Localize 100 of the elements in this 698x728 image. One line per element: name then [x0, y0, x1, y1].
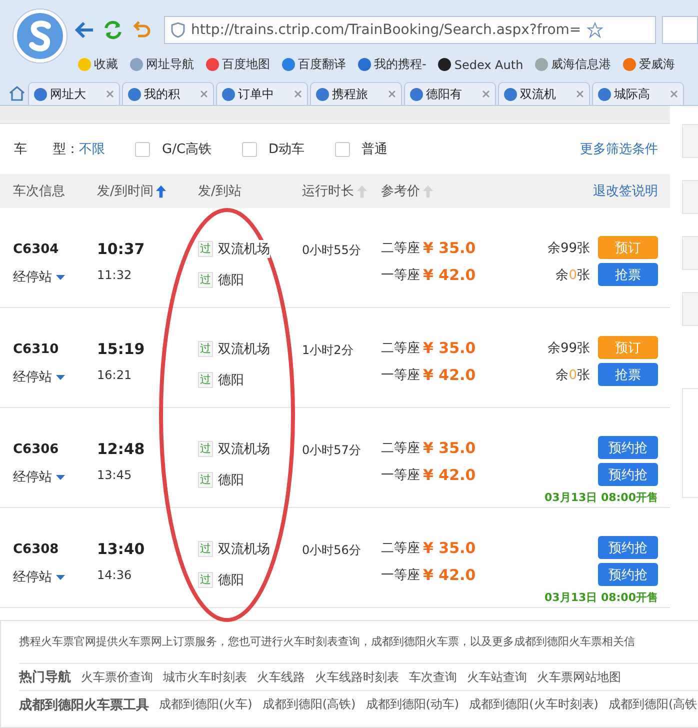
checkbox[interactable] [135, 142, 150, 156]
seat-class: 一等座 [381, 366, 421, 384]
bookmark-link[interactable]: Sedex Auth [438, 58, 524, 72]
seat-class: 一等座 [381, 466, 421, 484]
book-button[interactable]: 预约抢 [598, 563, 658, 586]
back-icon[interactable] [74, 19, 96, 41]
arrive-time: 13:45 [97, 468, 133, 482]
nav-link[interactable]: 成都到德阳(火车时刻表) [469, 696, 598, 713]
book-button[interactable]: 预约抢 [598, 436, 658, 459]
nav-link[interactable]: 成都到德阳(火车) [159, 696, 252, 713]
side-card [682, 292, 698, 326]
nav-link[interactable]: 火车线路时刻表 [315, 668, 399, 686]
column-header: 发/到站 [198, 183, 242, 200]
seat-class: 二等座 [381, 340, 421, 356]
nav-link[interactable]: 成都到德阳(动车) [366, 696, 460, 713]
refund-rules-link[interactable]: 退改签说明 [568, 182, 658, 200]
duration: 0小时57分 [302, 442, 362, 459]
depart-time: 15:19 [97, 340, 146, 358]
browser-tab[interactable]: 订单中 [216, 82, 308, 105]
pass-badge: 过 [198, 472, 213, 488]
seat-class: 二等座 [381, 440, 421, 456]
browser-logo-icon [12, 8, 68, 64]
browser-tab[interactable]: 双流机 [498, 82, 590, 105]
nav-link[interactable]: 车次查询 [409, 668, 457, 686]
book-button[interactable]: 抢票 [598, 263, 658, 286]
column-header[interactable]: 运行时长 [302, 182, 381, 200]
depart-time: 13:40 [97, 540, 146, 558]
tab-icon [410, 88, 423, 100]
nav-link[interactable]: 火车票价查询 [81, 668, 153, 686]
refresh-icon[interactable] [102, 19, 124, 41]
duration: 0小时55分 [302, 242, 362, 259]
side-card [682, 236, 698, 270]
stops-link[interactable]: 经停站 [13, 468, 97, 486]
column-header[interactable]: 发/到时间 [97, 182, 198, 200]
station-name: 德阳 [218, 471, 244, 489]
stops-link[interactable]: 经停站 [13, 268, 97, 286]
seat-class: 一等座 [381, 566, 421, 584]
nav-link[interactable]: 火车线路 [257, 668, 305, 686]
nav-link[interactable]: 城市火车时刻表 [163, 668, 247, 686]
column-header[interactable]: 参考价 [381, 182, 568, 200]
bookmark-icon [130, 58, 143, 72]
bookmark-link[interactable]: 收藏 [78, 56, 118, 74]
close-icon[interactable] [482, 90, 490, 98]
close-icon[interactable] [200, 90, 208, 98]
bookmark-link[interactable]: 百度地图 [206, 56, 270, 74]
star-icon[interactable] [587, 22, 604, 38]
close-icon[interactable] [294, 90, 302, 98]
bookmark-icon [78, 58, 91, 72]
checkbox-label: D动车 [268, 141, 305, 158]
browser-tab[interactable]: 网址大 [28, 82, 120, 105]
close-icon[interactable] [106, 90, 114, 98]
station-name: 双流机场 [218, 440, 270, 458]
book-button[interactable]: 抢票 [598, 363, 658, 386]
arrive-time: 16:21 [97, 368, 133, 382]
seat-class: 一等座 [381, 266, 421, 284]
address-bar[interactable]: http://trains.ctrip.com/TrainBooking/Search.aspx?from= [164, 16, 656, 44]
home-icon[interactable] [8, 84, 26, 102]
tab-icon [128, 88, 141, 100]
all-types-link[interactable]: 不限 [79, 140, 105, 158]
shield-icon [171, 22, 185, 38]
price: ¥ 42.0 [422, 466, 477, 484]
nav-link[interactable]: 火车票网站地图 [537, 668, 621, 686]
close-icon[interactable] [576, 90, 584, 98]
bookmark-link[interactable]: 我的携程- [358, 56, 426, 74]
nav-link[interactable]: 火车站查询 [467, 668, 527, 686]
price: ¥ 42.0 [422, 366, 477, 384]
arrive-time: 14:36 [97, 568, 133, 582]
bookmark-link[interactable]: 网址导航 [130, 56, 194, 74]
side-card [682, 180, 698, 214]
filter-label: 型： [53, 141, 79, 158]
pass-badge: 过 [198, 241, 213, 257]
price: ¥ 35.0 [422, 438, 477, 456]
browser-tab[interactable]: 德阳有 [404, 82, 496, 105]
nav-link[interactable]: 成都到德阳(高铁 [608, 696, 698, 713]
close-icon[interactable] [388, 90, 396, 98]
checkbox[interactable] [334, 142, 350, 156]
book-button[interactable]: 预约抢 [598, 463, 658, 486]
pass-badge: 过 [198, 541, 213, 557]
browser-tab[interactable]: 携程旅 [310, 82, 402, 105]
caret-down-icon [56, 274, 65, 280]
description-text: 携程火车票官网提供火车票网上订票服务，您也可进行火车时刻表查询，成都到德阳火车票，以及更多成都到德阳火车票相关信 [19, 621, 698, 664]
bookmark-link[interactable]: 威海信息港 [535, 56, 612, 74]
checkbox[interactable] [242, 142, 257, 156]
bookmark-link[interactable]: 爱威海 [623, 56, 676, 74]
more-filters-link[interactable]: 更多筛选条件 [580, 140, 658, 158]
seat-class: 二等座 [381, 540, 421, 556]
close-icon[interactable] [670, 90, 678, 98]
stops-link[interactable]: 经停站 [13, 368, 97, 386]
search-field[interactable] [662, 16, 698, 44]
bookmark-link[interactable]: 百度翻译 [282, 56, 346, 74]
tab-icon [222, 88, 235, 100]
stops-link[interactable]: 经停站 [13, 568, 97, 586]
train-number: C6310 [13, 342, 60, 358]
browser-tab[interactable]: 我的积 [122, 82, 214, 105]
column-header: 车次信息 [13, 183, 66, 200]
nav-link[interactable]: 成都到德阳(高铁) [262, 696, 356, 713]
book-button[interactable]: 预约抢 [598, 536, 658, 559]
tab-icon [504, 88, 517, 100]
browser-tab[interactable]: 城际高 [592, 82, 684, 105]
price: ¥ 35.0 [422, 338, 477, 356]
